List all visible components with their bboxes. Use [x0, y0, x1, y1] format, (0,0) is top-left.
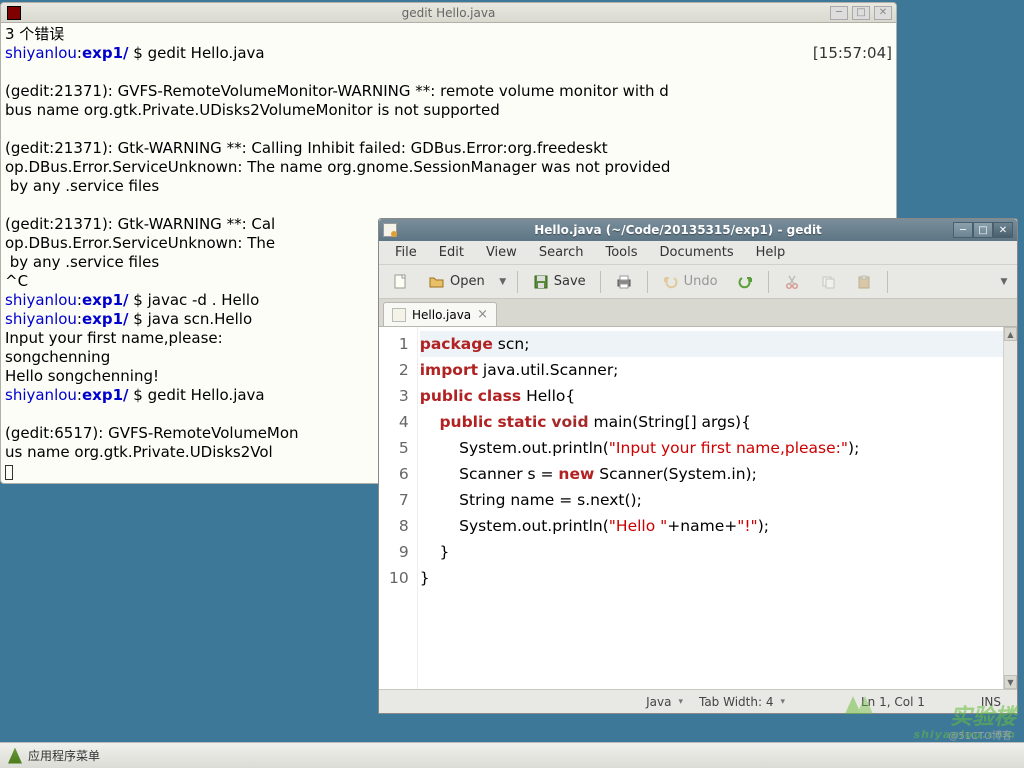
open-button[interactable]: Open: [421, 269, 492, 295]
editor-area: 12345678910 package scn;import java.util…: [379, 327, 1017, 689]
menu-help[interactable]: Help: [746, 243, 796, 262]
language-selector[interactable]: Java: [638, 695, 691, 709]
cursor-position: Ln 1, Col 1: [853, 695, 933, 709]
toolbar-separator: [600, 271, 601, 293]
paste-button[interactable]: [848, 269, 880, 295]
signature: @51CTO博客: [948, 727, 1012, 742]
gedit-minimize-button[interactable]: ─: [953, 222, 973, 238]
gedit-close-button[interactable]: ✕: [993, 222, 1013, 238]
gedit-window: Hello.java (~/Code/20135315/exp1) - gedi…: [378, 218, 1018, 714]
open-folder-icon: [428, 273, 446, 291]
menu-search[interactable]: Search: [529, 243, 594, 262]
gedit-maximize-button[interactable]: □: [973, 222, 993, 238]
menu-edit[interactable]: Edit: [429, 243, 474, 262]
terminal-icon: [7, 6, 21, 20]
scroll-down-arrow[interactable]: ▼: [1004, 675, 1017, 689]
close-button[interactable]: ✕: [874, 6, 892, 20]
new-document-button[interactable]: [385, 269, 417, 295]
xfce-logo-icon: [8, 748, 22, 764]
undo-icon: [662, 273, 680, 291]
applications-menu[interactable]: 应用程序菜单: [28, 747, 100, 764]
tab-width-selector[interactable]: Tab Width: 4: [691, 695, 793, 709]
terminal-title: gedit Hello.java: [402, 6, 496, 20]
tab-hello-java[interactable]: Hello.java ×: [383, 302, 497, 326]
tab-bar: Hello.java ×: [379, 299, 1017, 327]
copy-icon: [819, 273, 837, 291]
menu-tools[interactable]: Tools: [595, 243, 647, 262]
toolbar-separator: [517, 271, 518, 293]
taskbar[interactable]: 应用程序菜单: [0, 742, 1024, 768]
cut-icon: [783, 273, 801, 291]
cut-button[interactable]: [776, 269, 808, 295]
menu-file[interactable]: File: [385, 243, 427, 262]
vertical-scrollbar[interactable]: ▲ ▼: [1003, 327, 1017, 689]
redo-icon: [736, 273, 754, 291]
open-label: Open: [450, 274, 485, 289]
gedit-titlebar[interactable]: Hello.java (~/Code/20135315/exp1) - gedi…: [379, 219, 1017, 241]
copy-button[interactable]: [812, 269, 844, 295]
save-icon: [532, 273, 550, 291]
minimize-button[interactable]: ─: [830, 6, 848, 20]
toolbar-separator: [647, 271, 648, 293]
file-icon: [392, 308, 406, 322]
status-bar: Java Tab Width: 4 Ln 1, Col 1 INS: [379, 689, 1017, 713]
toolbar-separator: [887, 271, 888, 293]
terminal-titlebar[interactable]: gedit Hello.java ─ □ ✕: [1, 3, 896, 23]
maximize-button[interactable]: □: [852, 6, 870, 20]
print-icon: [615, 273, 633, 291]
gedit-title: Hello.java (~/Code/20135315/exp1) - gedi…: [403, 223, 953, 237]
scroll-up-arrow[interactable]: ▲: [1004, 327, 1017, 341]
save-label: Save: [554, 274, 586, 289]
undo-button[interactable]: Undo: [655, 269, 725, 295]
toolbar: Open ▼ Save Undo ▼: [379, 265, 1017, 299]
print-button[interactable]: [608, 269, 640, 295]
save-button[interactable]: Save: [525, 269, 593, 295]
paste-icon: [855, 273, 873, 291]
toolbar-overflow[interactable]: ▼: [997, 277, 1011, 287]
tab-close-button[interactable]: ×: [477, 307, 488, 322]
document-icon: [383, 223, 397, 237]
tab-label: Hello.java: [412, 308, 471, 322]
line-number-gutter: 12345678910: [379, 327, 418, 689]
menu-view[interactable]: View: [476, 243, 527, 262]
open-dropdown[interactable]: ▼: [496, 277, 510, 287]
menu-bar: FileEditViewSearchToolsDocumentsHelp: [379, 241, 1017, 265]
menu-documents[interactable]: Documents: [650, 243, 744, 262]
insert-mode[interactable]: INS: [973, 695, 1009, 709]
redo-button[interactable]: [729, 269, 761, 295]
code-editor[interactable]: package scn;import java.util.Scanner;pub…: [418, 327, 1003, 689]
toolbar-separator: [768, 271, 769, 293]
undo-label: Undo: [684, 274, 718, 289]
new-document-icon: [392, 273, 410, 291]
